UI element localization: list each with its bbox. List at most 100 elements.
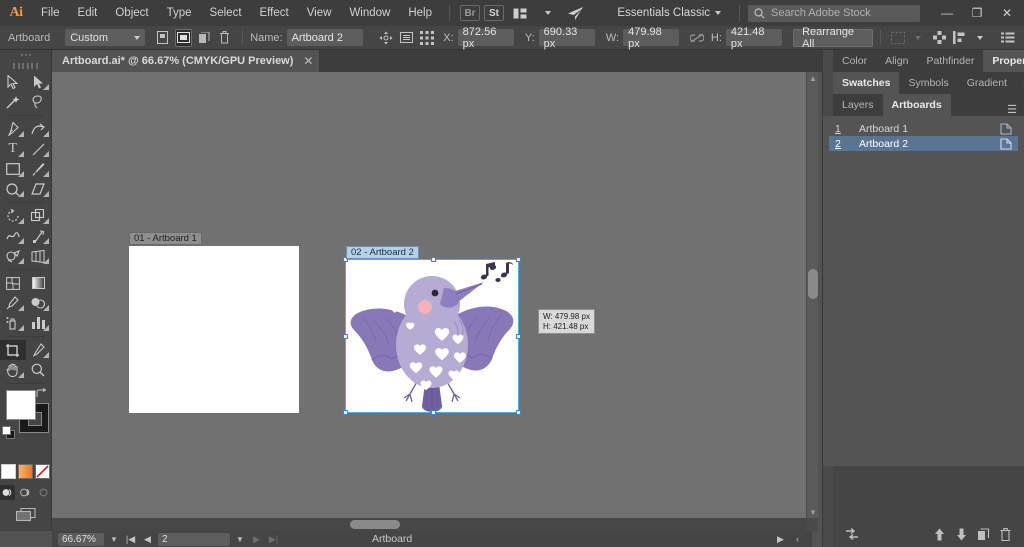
artboard-name-input[interactable]: Artboard 2 (287, 29, 363, 46)
portrait-orientation-icon[interactable] (155, 29, 172, 47)
symbol-sprayer-tool[interactable] (0, 313, 26, 333)
pen-tool[interactable] (0, 119, 26, 139)
document-setup-icon[interactable] (1000, 29, 1017, 47)
last-artboard-icon[interactable]: ▶| (267, 534, 280, 545)
rectangle-tool[interactable] (0, 159, 26, 179)
scroll-up-icon[interactable]: ▲ (807, 72, 819, 84)
artboard-row-name[interactable]: Artboard 1 (851, 123, 994, 135)
menu-object[interactable]: Object (106, 0, 157, 26)
line-segment-tool[interactable] (26, 139, 52, 159)
previous-artboard-icon[interactable]: ◀ (141, 534, 154, 545)
tab-gradient[interactable]: Gradient (958, 72, 1016, 94)
horizontal-scroll-thumb[interactable] (350, 520, 400, 529)
reference-point-icon[interactable] (419, 29, 436, 47)
direct-selection-tool[interactable] (26, 72, 52, 92)
unlink-proportions-icon[interactable] (689, 29, 706, 47)
first-artboard-icon[interactable]: |◀ (124, 534, 137, 545)
draw-normal-icon[interactable] (0, 485, 15, 500)
close-button[interactable]: ✕ (992, 0, 1022, 26)
lasso-tool[interactable] (26, 92, 52, 112)
arrange-chevron-down-icon[interactable] (536, 4, 560, 22)
toolbar-grip[interactable] (0, 50, 51, 60)
artboard-1[interactable]: 01 - Artboard 1 (129, 246, 299, 413)
restore-button[interactable]: ❐ (962, 0, 992, 26)
next-artboard-icon[interactable]: ▶ (250, 534, 263, 545)
type-tool[interactable]: T (0, 139, 26, 159)
status-menu-icon[interactable]: ▶ (774, 534, 787, 545)
rearrange-all-button[interactable]: Rearrange All (793, 29, 872, 47)
move-up-icon[interactable] (928, 528, 950, 544)
paintbrush-tool[interactable] (26, 159, 52, 179)
selection-tool[interactable] (0, 72, 26, 92)
fill-swatch[interactable] (6, 390, 36, 420)
tab-layers[interactable]: Layers (833, 94, 883, 116)
color-swatch-icon[interactable] (1, 464, 16, 479)
curvature-tool[interactable] (26, 119, 52, 139)
artboard-preset-select[interactable]: Custom (65, 29, 145, 46)
artboard-tool[interactable] (0, 340, 26, 360)
magic-wand-tool[interactable] (0, 92, 26, 112)
gradient-tool[interactable] (26, 273, 52, 293)
toolbar-handle[interactable] (0, 60, 51, 72)
width-tool[interactable] (0, 226, 26, 246)
x-input[interactable]: 872.56 px (458, 29, 514, 46)
landscape-orientation-icon[interactable] (175, 29, 192, 47)
new-artboard-icon[interactable] (972, 528, 994, 544)
singing-bird-illustration[interactable] (346, 260, 518, 412)
canvas-area[interactable]: 01 - Artboard 1 02 - Artboard 2 (52, 72, 812, 531)
gradient-swatch-icon[interactable] (18, 464, 33, 479)
rotate-tool[interactable] (0, 206, 26, 226)
artboard-row-name[interactable]: Artboard 2 (851, 138, 994, 150)
swap-fill-stroke-icon[interactable] (35, 388, 47, 403)
menu-edit[interactable]: Edit (69, 0, 107, 26)
move-artboard-icon[interactable] (378, 29, 395, 47)
eyedropper-tool[interactable] (0, 293, 26, 313)
artboard-options-icon[interactable] (399, 29, 416, 47)
draw-behind-icon[interactable] (18, 485, 33, 500)
distribute-icon[interactable] (931, 29, 948, 47)
stock-icon[interactable]: St (484, 5, 504, 21)
delete-artboard-icon[interactable] (217, 29, 234, 47)
tab-color[interactable]: Color (833, 50, 876, 72)
tab-swatches[interactable]: Swatches (833, 72, 899, 94)
change-screen-mode-icon[interactable] (0, 508, 51, 522)
new-artboard-icon[interactable] (196, 29, 213, 47)
blend-tool[interactable] (26, 293, 52, 313)
tab-symbols[interactable]: Symbols (899, 72, 957, 94)
move-down-icon[interactable] (950, 528, 972, 544)
tab-align[interactable]: Align (876, 50, 917, 72)
artboard-options-icon[interactable] (994, 138, 1018, 150)
scroll-down-icon[interactable]: ▼ (807, 506, 819, 518)
rearrange-artboards-icon[interactable] (841, 528, 863, 544)
h-input[interactable]: 421.48 px (726, 29, 782, 46)
perspective-grid-tool[interactable] (26, 246, 52, 266)
zoom-level-input[interactable]: 66.67% (58, 533, 104, 546)
eraser-tool[interactable] (26, 179, 52, 199)
artboard-marquee-icon[interactable] (889, 29, 906, 47)
menu-help[interactable]: Help (399, 0, 441, 26)
artboard-options-icon[interactable] (994, 123, 1018, 135)
table-row[interactable]: 2 Artboard 2 (829, 136, 1018, 151)
menu-view[interactable]: View (298, 0, 341, 26)
horizontal-scrollbar[interactable] (52, 518, 806, 531)
arrange-documents-icon[interactable] (508, 4, 532, 22)
vertical-scroll-thumb[interactable] (808, 269, 818, 299)
tab-pathfinder[interactable]: Pathfinder (917, 50, 983, 72)
vertical-scrollbar[interactable]: ▲ ▼ (806, 72, 818, 518)
menu-file[interactable]: File (32, 0, 69, 26)
zoom-tool[interactable] (26, 360, 52, 380)
tab-artboards[interactable]: Artboards (883, 94, 951, 116)
share-icon[interactable] (564, 4, 588, 22)
minimize-button[interactable]: — (932, 0, 962, 26)
menu-type[interactable]: Type (158, 0, 201, 26)
hand-tool[interactable] (0, 360, 26, 380)
w-input[interactable]: 479.98 px (623, 29, 679, 46)
y-input[interactable]: 690.33 px (539, 29, 595, 46)
column-graph-tool[interactable] (26, 313, 52, 333)
menu-window[interactable]: Window (340, 0, 399, 26)
panel-menu-icon[interactable]: ☰ (1016, 83, 1024, 94)
artboard-chevron-down-icon[interactable]: ▼ (234, 535, 246, 544)
artboard-2[interactable]: 02 - Artboard 2 (346, 260, 518, 412)
close-icon[interactable]: ✕ (303, 55, 313, 67)
mesh-tool[interactable] (0, 273, 26, 293)
